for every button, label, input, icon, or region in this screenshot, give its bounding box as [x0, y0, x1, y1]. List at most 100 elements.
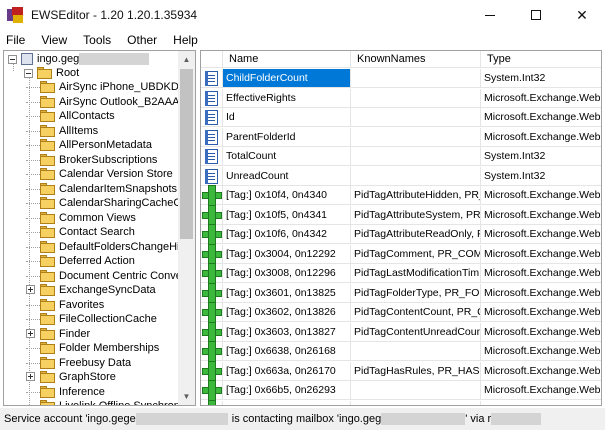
cell-name: [Tag:] 0x10f4, 0n4340 — [223, 186, 351, 205]
tree-item-label: Deferred Action — [59, 255, 135, 267]
folder-icon — [37, 67, 52, 79]
cell-name: Id — [223, 108, 351, 127]
tree-item-label: Finder — [59, 327, 91, 340]
column-header-knownnames[interactable]: KnownNames — [351, 51, 481, 68]
grid-row[interactable]: [Tag:] 0x663a, 0n26170 PidTagHasRules, PR… — [201, 360, 601, 382]
row-icon-cell — [201, 204, 223, 226]
cell-type: System.Int32 — [481, 147, 601, 166]
extended-property-plus-icon — [202, 399, 222, 405]
grid-row[interactable]: [Tag:] 0x6638, 0n26168 Microsoft.Exchange… — [201, 341, 601, 362]
grid-row[interactable]: [Tag:] 0x10f5, 0n4341 PidTagAttributeSyst… — [201, 204, 601, 226]
expand-icon[interactable] — [26, 285, 35, 294]
folder-icon — [40, 269, 55, 282]
grid-row[interactable]: ParentFolderId Microsoft.Exchange.WebS — [201, 127, 601, 147]
grid-row[interactable]: [Tag:] 0x10f4, 0n4340 PidTagAttributeHidd… — [201, 185, 601, 206]
grid-row[interactable]: EffectiveRights Microsoft.Exchange.WebS — [201, 88, 601, 108]
tree-item-label: Document Centric Convers — [59, 269, 192, 282]
tree-account-label: ingo.geg — [37, 53, 80, 65]
grid-row[interactable]: [Tag:] 0x66b5, 0n26293 Microsoft.Exchange… — [201, 380, 601, 401]
grid-row[interactable]: [Tag:] 0x3601, 0n13825 PidTagFolderType, … — [201, 282, 601, 304]
menu-tools[interactable]: Tools — [75, 30, 119, 50]
cell-type: Microsoft.Exchange.WebS — [481, 108, 601, 127]
expand-icon[interactable] — [26, 328, 35, 338]
cell-knownnames: PidTagFolderType, PR_FOL — [351, 283, 481, 303]
tree-item-label: CalendarItemSnapshots — [59, 182, 178, 195]
folder-icon — [40, 168, 55, 180]
folder-icon — [40, 313, 55, 325]
grid-row[interactable]: UnreadCount System.Int32 — [201, 166, 601, 186]
title-bar: EWSEditor - 1.20 1.20.1.35934 ✕ — [0, 0, 605, 30]
menu-file[interactable]: File — [0, 30, 33, 50]
cell-name: UnreadCount — [223, 166, 351, 186]
property-grid[interactable]: Name KnownNames Type ChildFolderCount Sys… — [200, 50, 602, 406]
grid-row[interactable]: TotalCount System.Int32 — [201, 147, 601, 166]
mailbox-icon — [21, 53, 33, 65]
grid-row[interactable]: [Tag:] 0x3008, 0n12296 PidTagLastModifica… — [201, 263, 601, 284]
folder-icon — [40, 226, 55, 238]
menu-help[interactable]: Help — [165, 30, 206, 50]
grid-row[interactable]: Id Microsoft.Exchange.WebS — [201, 108, 601, 127]
tree-item[interactable]: Livelink Offline Synchroniza — [40, 398, 194, 405]
grid-row[interactable]: [Tag:] 0x3602, 0n13826 PidTagContentCount… — [201, 302, 601, 323]
column-header-icon — [201, 51, 223, 68]
cell-name: EffectiveRights — [223, 88, 351, 108]
folder-icon — [40, 211, 55, 224]
grid-row[interactable]: [Tag:] 0x3004, 0n12292 PidTagComment, PR_… — [201, 243, 601, 265]
cell-type: Microsoft.Exchange.WebS — [481, 225, 601, 244]
folder-icon — [40, 139, 55, 151]
collapse-icon[interactable] — [8, 54, 17, 64]
cell-knownnames — [351, 88, 481, 108]
row-icon-cell — [201, 360, 223, 382]
property-doc-icon — [205, 71, 218, 86]
tree-item-label: ExchangeSyncData — [59, 284, 156, 296]
extended-property-plus-icon — [202, 224, 222, 245]
app-icon — [7, 7, 23, 23]
scroll-down-icon[interactable]: ▼ — [178, 388, 195, 405]
scroll-thumb[interactable] — [180, 69, 193, 239]
grid-row[interactable]: [Tag:] 0x10f6, 0n4342 PidTagAttributeRead… — [201, 224, 601, 245]
tree-scrollbar[interactable]: ▲ ▼ — [178, 51, 195, 405]
close-button[interactable]: ✕ — [559, 0, 605, 30]
grid-row[interactable]: ChildFolderCount System.Int32 — [201, 69, 601, 88]
cell-knownnames: PidTagComment, PR_COM — [351, 244, 481, 264]
cell-knownnames: PidTagStoreEntryId, PR_ST — [351, 400, 481, 405]
cell-type: Microsoft.Exchange.WebS — [481, 303, 601, 322]
row-icon-cell — [201, 263, 223, 284]
cell-knownnames: PidTagHasRules, PR_HAS — [351, 361, 481, 381]
extended-property-plus-icon — [202, 321, 222, 343]
grid-row[interactable]: [Tag:] 0x6... 0n2...PidTagStoreEntryId, … — [201, 399, 601, 405]
menu-view[interactable]: View — [33, 30, 75, 50]
status-bar: Service account 'ingo.gege is contacting… — [0, 408, 605, 430]
column-header-type[interactable]: Type — [481, 51, 601, 68]
row-icon-cell — [201, 243, 223, 265]
grid-header: Name KnownNames Type — [201, 51, 601, 68]
menu-other[interactable]: Other — [119, 30, 165, 50]
extended-property-plus-icon — [202, 302, 222, 323]
expand-icon[interactable] — [26, 372, 35, 381]
extended-property-plus-icon — [202, 341, 222, 362]
grid-row[interactable]: [Tag:] 0x3603, 0n13827 PidTagContentUnrea… — [201, 321, 601, 343]
status-text-suffix: ' via r — [465, 413, 492, 425]
minimize-button[interactable] — [467, 0, 513, 30]
maximize-button[interactable] — [513, 0, 559, 30]
cell-knownnames: PidTagContentUnreadCoun — [351, 322, 481, 342]
tree-item-label: AirSync iPhone_UBDKD30 — [59, 81, 192, 93]
cell-type: Microsoft.Exchange.WebS — [481, 186, 601, 205]
folder-icon — [40, 342, 55, 354]
row-icon-cell — [201, 166, 223, 186]
tree-item-label: CalendarSharingCacheColl — [59, 197, 193, 209]
row-icon-cell — [201, 69, 223, 88]
folder-tree[interactable]: ingo.geg Root AirSync iPhone_UBDKD30 AirS… — [3, 50, 196, 406]
extended-property-plus-icon — [202, 204, 222, 226]
cell-name: [Tag:] 0x66b5, 0n26293 — [223, 381, 351, 400]
column-header-name[interactable]: Name — [223, 51, 351, 68]
tree-item-label: GraphStore — [59, 371, 116, 383]
scroll-up-icon[interactable]: ▲ — [178, 51, 195, 68]
row-icon-cell — [201, 321, 223, 343]
folder-icon — [40, 371, 55, 383]
collapse-icon[interactable] — [24, 68, 33, 78]
tree-root-label: Root — [56, 67, 80, 79]
close-icon: ✕ — [576, 6, 588, 23]
cell-knownnames — [351, 69, 481, 88]
property-doc-icon — [205, 129, 218, 145]
